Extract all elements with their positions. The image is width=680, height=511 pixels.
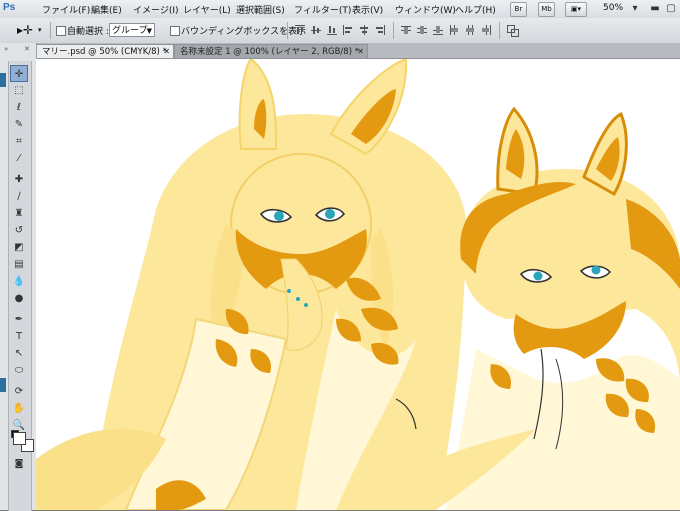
tab-label: マリー.psd @ 50% (CMYK/8) * xyxy=(42,47,167,57)
menu-help[interactable]: ヘルプ(H) xyxy=(455,3,496,16)
align-vcenter-icon[interactable] xyxy=(311,25,321,35)
type-tool-icon[interactable]: T xyxy=(10,328,28,345)
close-icon[interactable]: ✕ xyxy=(357,45,364,59)
hand-tool-icon[interactable]: ✋ xyxy=(10,400,28,417)
distribute-left-icon[interactable] xyxy=(449,25,459,35)
panel-edge-marker xyxy=(0,73,6,87)
auto-select-checkbox[interactable] xyxy=(56,26,66,36)
tab-label: 名称未設定 1 @ 100% (レイヤー 2, RGB/8) * xyxy=(180,47,359,57)
menu-window[interactable]: ウィンドウ(W) xyxy=(395,3,456,16)
align-hcenter-icon[interactable] xyxy=(359,25,369,35)
align-top-icon[interactable] xyxy=(295,25,305,35)
artwork-illustration xyxy=(36,59,680,510)
menu-file[interactable]: ファイル(F) xyxy=(42,3,90,16)
menu-image[interactable]: イメージ(I) xyxy=(133,3,179,16)
menu-bar: Ps ファイル(F) 編集(E) イメージ(I) レイヤー(L) 選択範囲(S)… xyxy=(0,0,680,19)
auto-select-dropdown[interactable]: グループ ▼ xyxy=(109,23,155,37)
screen-mode-icon: ▣▾ xyxy=(570,5,582,13)
distribute-right-icon[interactable] xyxy=(481,25,491,35)
distribute-vcenter-icon[interactable] xyxy=(417,25,427,35)
menu-layer[interactable]: レイヤー(L) xyxy=(183,3,231,16)
panel-edge-marker xyxy=(0,378,6,392)
menu-edit[interactable]: 編集(E) xyxy=(91,3,122,16)
align-right-icon[interactable] xyxy=(375,25,385,35)
tab-marie-psd[interactable]: マリー.psd @ 50% (CMYK/8) * ✕ xyxy=(36,44,174,58)
dodge-tool-icon[interactable]: ● xyxy=(10,290,28,307)
gradient-tool-icon[interactable]: ▤ xyxy=(10,256,28,273)
eraser-tool-icon[interactable]: ◩ xyxy=(10,239,28,256)
bridge-button[interactable]: Br xyxy=(510,2,527,17)
pen-tool-icon[interactable]: ✒ xyxy=(10,311,28,328)
photoshop-logo: Ps xyxy=(3,2,16,13)
eyedropper-tool-icon[interactable]: ⁄ xyxy=(10,150,28,167)
options-bar: ▸✛ ▾ 自動選択 : グループ ▼ バウンディングボックスを表示 xyxy=(0,18,680,44)
crop-tool-icon[interactable]: ⌗ xyxy=(10,133,28,150)
auto-select-label: 自動選択 : xyxy=(67,27,109,37)
minimize-icon[interactable]: ▬ xyxy=(648,2,662,15)
panel-collapse-icon[interactable]: » xyxy=(4,45,8,53)
blur-tool-icon[interactable]: 💧 xyxy=(10,273,28,290)
document-tab-bar: マリー.psd @ 50% (CMYK/8) * ✕ 名称未設定 1 @ 100… xyxy=(36,43,680,59)
clone-stamp-tool-icon[interactable]: ♜ xyxy=(10,205,28,222)
screen-mode-button[interactable]: ▣▾ xyxy=(565,2,587,17)
lasso-tool-icon[interactable]: ℓ xyxy=(10,99,28,116)
separator xyxy=(393,22,394,39)
separator xyxy=(499,22,500,39)
align-left-icon[interactable] xyxy=(343,25,353,35)
3d-rotate-tool-icon[interactable]: ⟳ xyxy=(10,383,28,400)
auto-align-icon[interactable] xyxy=(507,25,519,37)
chevron-down-icon: ▼ xyxy=(146,27,152,35)
zoom-dropdown-icon[interactable]: ▾ xyxy=(628,2,642,15)
panel-close-icon[interactable]: ✕ xyxy=(24,45,30,53)
quick-select-tool-icon[interactable]: ✎ xyxy=(10,116,28,133)
distribute-hcenter-icon[interactable] xyxy=(465,25,475,35)
menu-view[interactable]: 表示(V) xyxy=(352,3,383,16)
tab-untitled-1[interactable]: 名称未設定 1 @ 100% (レイヤー 2, RGB/8) * ✕ xyxy=(174,44,368,58)
history-brush-tool-icon[interactable]: ↺ xyxy=(10,222,28,239)
brush-tool-icon[interactable]: ∕ xyxy=(10,188,28,205)
tools-panel: » ✕ ✛ ⬚ ℓ ✎ ⌗ ⁄ ✚ ∕ ♜ ↺ ◩ ▤ 💧 ● ✒ T ↖ ⬭ … xyxy=(0,43,37,511)
move-tool-icon[interactable]: ▸✛ xyxy=(17,23,33,37)
document-canvas[interactable] xyxy=(36,59,680,510)
zoom-level[interactable]: 50% xyxy=(603,3,623,13)
menu-filter[interactable]: フィルター(T) xyxy=(294,3,351,16)
menu-select[interactable]: 選択範囲(S) xyxy=(236,3,285,16)
move-tool-icon[interactable]: ✛ xyxy=(10,65,28,82)
mini-bridge-button[interactable]: Mb xyxy=(538,2,555,17)
separator xyxy=(287,22,288,39)
auto-select-value: グループ xyxy=(112,26,148,36)
tool-preset-dropdown-icon[interactable]: ▾ xyxy=(38,26,42,34)
distribute-bottom-icon[interactable] xyxy=(433,25,443,35)
bounding-box-checkbox[interactable] xyxy=(170,26,180,36)
marquee-tool-icon[interactable]: ⬚ xyxy=(10,82,28,99)
close-icon[interactable]: ✕ xyxy=(163,45,170,59)
distribute-top-icon[interactable] xyxy=(401,25,411,35)
align-bottom-icon[interactable] xyxy=(327,25,337,35)
shape-tool-icon[interactable]: ⬭ xyxy=(10,362,28,379)
restore-icon[interactable]: ▢ xyxy=(664,2,678,15)
separator xyxy=(50,22,51,39)
foreground-color-swatch[interactable] xyxy=(13,432,26,445)
path-select-tool-icon[interactable]: ↖ xyxy=(10,345,28,362)
quick-mask-icon[interactable]: ◙ xyxy=(10,456,28,473)
healing-brush-tool-icon[interactable]: ✚ xyxy=(10,171,28,188)
